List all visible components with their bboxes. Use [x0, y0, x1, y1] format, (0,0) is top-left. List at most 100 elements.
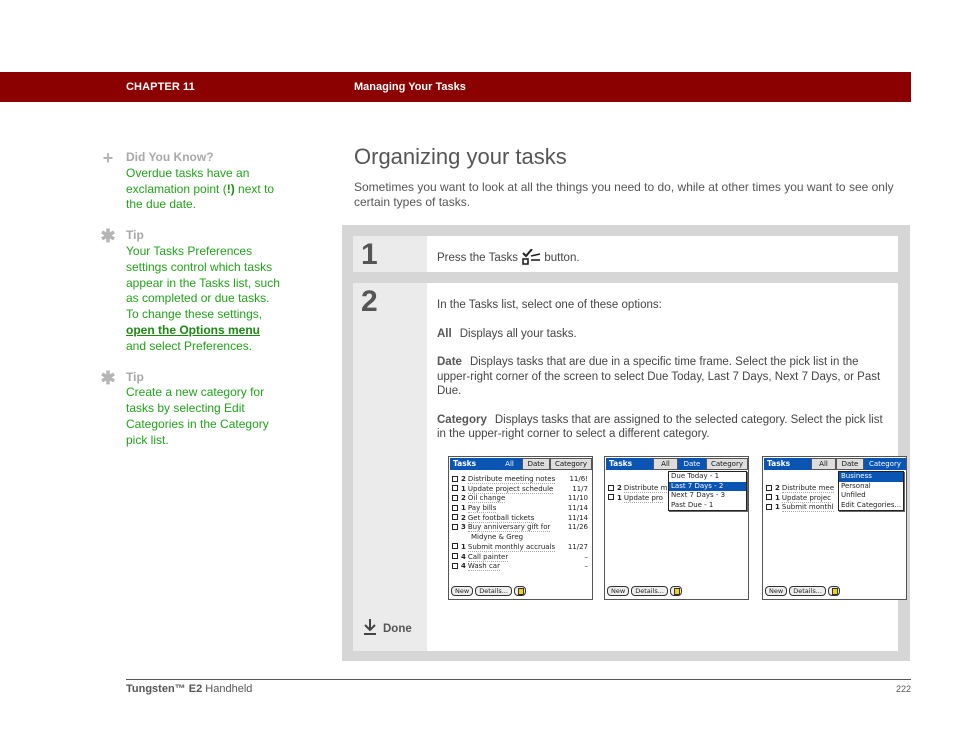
plus-icon: +: [102, 148, 114, 168]
tip-text-part: and select Preferences.: [126, 338, 253, 353]
task-priority: 4: [461, 562, 466, 571]
step-number: 1: [361, 238, 378, 271]
asterisk-icon: ✱: [100, 367, 116, 388]
pick-list-item[interactable]: Due Today - 1: [669, 472, 746, 482]
palm-tab-date[interactable]: Date: [836, 458, 864, 470]
task-priority: 4: [461, 552, 466, 561]
task-checkbox[interactable]: [766, 503, 772, 510]
palm-screen-category: Tasks All Date Category 2 Distribute mee 1…: [762, 456, 907, 600]
tip-text: Create a new category for tasks by selec…: [126, 385, 269, 447]
option-desc: Displays tasks that are assigned to the …: [437, 413, 883, 441]
footer-model: E2: [188, 683, 203, 695]
task-priority: 1: [461, 504, 466, 513]
palm-task-row[interactable]: 1 Pay bills 11/14: [452, 504, 590, 514]
task-due-date: 11/6!: [569, 475, 588, 483]
category-pick-list[interactable]: Business Personal Unfiled Edit Categories..…: [838, 471, 904, 511]
palm-tab-category[interactable]: Category: [550, 458, 592, 470]
done-label: Done: [383, 623, 412, 635]
date-pick-list[interactable]: Due Today - 1 Last 7 Days - 2 Next 7 Days …: [668, 471, 747, 511]
footer-product: Tungsten™ E2 Handheld: [126, 683, 252, 695]
palm-task-row[interactable]: 1 Submit monthly accruals 11/27: [452, 542, 590, 553]
palm-task-row[interactable]: 1 Update project schedule 11/7: [452, 484, 590, 495]
tip-heading: Tip: [126, 228, 144, 243]
task-checkbox[interactable]: [452, 494, 458, 501]
task-checkbox[interactable]: [452, 562, 458, 569]
tip-heading: Tip: [126, 369, 144, 384]
open-options-menu-link[interactable]: open the Options menu: [126, 323, 260, 337]
option-desc: Displays all your tasks.: [459, 327, 577, 340]
palm-title: Tasks: [606, 458, 654, 470]
palm-new-button[interactable]: New: [607, 586, 630, 596]
palm-tab-date[interactable]: Date: [522, 458, 550, 470]
option-term: Date: [437, 356, 462, 368]
palm-screen-all: Tasks All Date Category 2 Distribute meet…: [448, 456, 593, 600]
palm-tab-all[interactable]: All: [811, 458, 836, 470]
palm-new-button[interactable]: New: [451, 586, 474, 596]
task-checkbox[interactable]: [452, 504, 458, 511]
palm-details-button[interactable]: Details...: [789, 586, 826, 596]
palm-task-row[interactable]: 2 Get football tickets 11/14: [452, 513, 590, 524]
note-icon[interactable]: [827, 586, 840, 596]
task-name: Submit monthly accruals: [467, 542, 556, 552]
task-priority: 2: [461, 494, 466, 503]
task-priority: 2: [775, 484, 780, 492]
palm-tab-category[interactable]: Category: [864, 458, 906, 470]
task-checkbox[interactable]: [608, 494, 614, 501]
palm-title: Tasks: [450, 458, 498, 470]
option-desc: Displays tasks that are due in a specifi…: [437, 356, 881, 397]
task-checkbox[interactable]: [452, 485, 458, 492]
note-icon[interactable]: [513, 586, 526, 596]
palm-task-list: 2 Distribute meeting notes 11/6! 1 Update pr…: [452, 475, 590, 572]
task-name: Buy anniversary gift for: [467, 523, 551, 533]
palm-task-row[interactable]: 3 Buy anniversary gift for 11/26: [452, 523, 590, 533]
palm-tab-date[interactable]: Date: [678, 458, 706, 470]
task-checkbox[interactable]: [452, 475, 458, 482]
step-1-text-after: button.: [544, 252, 580, 264]
palm-tab-all[interactable]: All: [497, 458, 522, 470]
palm-task-row[interactable]: 2 Oil change 11/10: [452, 494, 590, 504]
pick-list-item[interactable]: Past Due - 1: [669, 501, 746, 511]
step-2-text: In the Tasks list, select one of these o…: [437, 298, 888, 442]
palm-tab-all[interactable]: All: [653, 458, 678, 470]
note-icon[interactable]: [669, 586, 682, 596]
task-checkbox[interactable]: [608, 484, 614, 491]
task-name: Submit monthl: [781, 503, 834, 513]
task-name: Wash car: [467, 562, 500, 572]
option-category: Category Displays tasks that are assigned…: [437, 413, 888, 442]
palm-task-row[interactable]: 4 Wash car –: [452, 562, 590, 572]
task-due-date: 11/14: [567, 504, 588, 513]
palm-tab-category[interactable]: Category: [706, 458, 748, 470]
task-name: Update projec: [781, 493, 832, 503]
pick-list-item[interactable]: Unfiled: [839, 491, 903, 501]
palm-details-button[interactable]: Details...: [631, 586, 668, 596]
task-checkbox[interactable]: [452, 514, 458, 521]
palm-task-row[interactable]: 2 Distribute meeting notes 11/6!: [452, 475, 590, 485]
pick-list-item[interactable]: Last 7 Days - 2: [669, 481, 746, 491]
pick-list-item[interactable]: Next 7 Days - 3: [669, 491, 746, 501]
palm-task-row[interactable]: 4 Call painter –: [452, 552, 590, 563]
task-checkbox[interactable]: [766, 494, 772, 501]
palm-task-row[interactable]: Midyne & Greg: [452, 533, 590, 543]
task-name: Get football tickets: [467, 513, 535, 523]
task-checkbox[interactable]: [452, 543, 458, 550]
pick-list-item[interactable]: Business: [839, 472, 903, 482]
task-name: Distribute m: [623, 484, 668, 493]
exclamation-mark: !): [226, 181, 235, 196]
palm-buttons: New Details...: [765, 586, 840, 596]
did-you-know-heading: Did You Know?: [126, 150, 214, 164]
task-checkbox[interactable]: [766, 484, 772, 491]
task-priority: 2: [461, 475, 466, 483]
task-due-date: –: [584, 562, 589, 571]
step-1-text: Press the Tasks button.: [437, 249, 888, 266]
task-checkbox[interactable]: [452, 553, 458, 559]
task-priority: 1: [461, 484, 466, 493]
palm-new-button[interactable]: New: [765, 586, 788, 596]
task-priority: 1: [775, 493, 780, 502]
pick-list-item[interactable]: Personal: [839, 482, 903, 492]
task-priority: 3: [461, 523, 466, 532]
task-name: Distribute mee: [781, 484, 835, 493]
palm-details-button[interactable]: Details...: [475, 586, 512, 596]
task-checkbox[interactable]: [452, 523, 458, 530]
step-1: 1 Press the Tasks button.: [353, 236, 898, 272]
pick-list-item[interactable]: Edit Categories...: [839, 501, 903, 511]
